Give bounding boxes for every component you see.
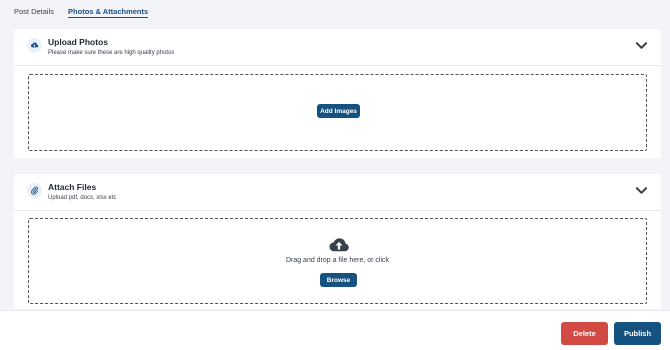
upload-photos-subtitle: Please make sure these are high quality …: [48, 50, 175, 56]
tab-bar: Post Details Photos & Attachments: [14, 0, 149, 20]
cloud-upload-icon: [328, 237, 350, 253]
attach-files-header[interactable]: Attach Files Upload pdf, docx, xlsx etc: [14, 174, 661, 211]
attach-files-title: Attach Files: [48, 182, 97, 192]
attach-files-card: Attach Files Upload pdf, docx, xlsx etc …: [14, 174, 661, 309]
paperclip-icon: [27, 183, 42, 198]
chevron-down-icon[interactable]: [635, 186, 647, 196]
tab-photos-attachments[interactable]: Photos & Attachments: [68, 0, 149, 18]
photos-dropzone[interactable]: Add Images: [28, 74, 647, 151]
drop-instructions: Drag and drop a file here, or click: [285, 257, 390, 264]
browse-button[interactable]: Browse: [320, 273, 357, 287]
publish-button[interactable]: Publish: [614, 322, 661, 345]
cloud-upload-icon: [27, 38, 42, 53]
footer-bar: Delete Publish: [0, 310, 670, 350]
tab-post-details[interactable]: Post Details: [14, 0, 54, 18]
files-dropzone[interactable]: Drag and drop a file here, or click Brow…: [28, 218, 647, 304]
add-images-button[interactable]: Add Images: [317, 104, 360, 118]
page: Post Details Photos & Attachments Upload…: [0, 0, 670, 350]
delete-button[interactable]: Delete: [561, 322, 608, 345]
upload-photos-header[interactable]: Upload Photos Please make sure these are…: [14, 29, 661, 66]
chevron-down-icon[interactable]: [635, 41, 647, 51]
attach-files-subtitle: Upload pdf, docx, xlsx etc: [48, 195, 117, 201]
upload-photos-title: Upload Photos: [48, 37, 108, 47]
upload-photos-card: Upload Photos Please make sure these are…: [14, 29, 661, 158]
